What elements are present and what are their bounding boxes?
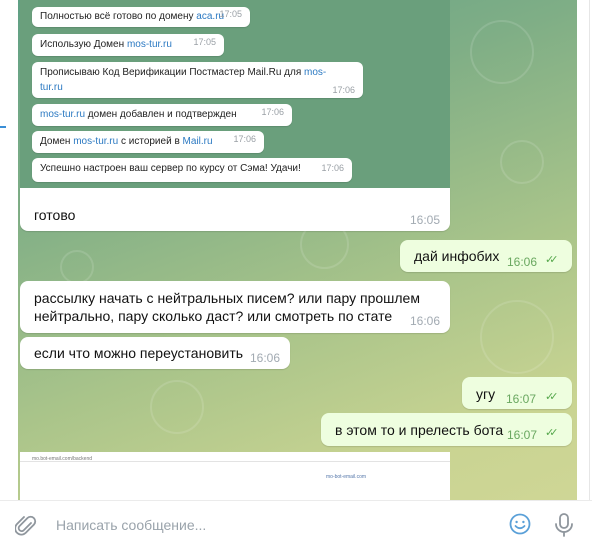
message-bubble-outgoing[interactable]: дай инфобих 16:06 ✓✓ [400,240,572,272]
message-text: готово [34,207,76,223]
message-bubble-incoming[interactable]: если что можно переустановить 16:06 [20,337,290,369]
quoted-message: Успешно настроен ваш сервер по курсу от … [32,158,352,182]
preview-divider [20,461,450,462]
quoted-text: Прописываю Код Верификации Постмастер Ma… [40,67,305,78]
quoted-text: с историей в [118,136,183,147]
quoted-text: Полностью всё готово по домену [40,11,197,22]
preview-link: mo-bot-email.com [326,474,367,480]
background-doodle [500,140,544,184]
message-text: если что можно переустановить [34,345,244,361]
quoted-time: 17:05 [193,37,216,47]
message-composer [0,500,592,548]
background-doodle [470,20,534,84]
message-input[interactable] [56,514,476,536]
quoted-text: Домен [40,136,74,147]
message-bubble-incoming[interactable]: рассылку начать с нейтральных писем? или… [20,281,450,333]
quoted-message: Полностью всё готово по домену aca.ru 17… [32,7,250,27]
quoted-time: 17:06 [261,107,284,117]
message-text: угу [476,386,496,402]
quoted-text: Использую Домен [40,39,127,50]
message-text: дай инфобих [414,248,500,264]
quoted-link: mos- [304,67,327,78]
panel-accent-mark [0,126,6,128]
left-panel-edge [0,0,18,500]
background-doodle [480,300,554,374]
background-doodle [150,380,204,434]
message-bubble-outgoing[interactable]: в этом то и прелесть бота 16:07 ✓✓ [321,413,572,446]
quoted-message: Домен mos-tur.ru с историей в Mail.ru 17… [32,131,264,153]
quoted-message: mos-tur.ru домен добавлен и подтвержден … [32,104,292,126]
quoted-text: домен добавлен и подтвержден [85,109,237,120]
quoted-link: mos-tur.ru [126,39,172,50]
message-time: 16:07 [507,428,538,442]
quoted-time: 17:05 [219,9,242,19]
image-preview[interactable]: mo.bot-email.com/backend mo-bot-email.co… [20,452,450,500]
quoted-link: tur.ru [40,82,63,93]
background-doodle [60,250,94,284]
message-bubble-outgoing[interactable]: угу 16:07 ✓✓ [462,377,572,409]
quoted-time: 17:06 [332,85,355,95]
quoted-message: Прописываю Код Верификации Постмастер Ma… [32,62,363,98]
quoted-time: 17:06 [321,163,344,173]
double-check-icon: ✓✓ [545,427,559,439]
double-check-icon: ✓✓ [545,391,559,403]
message-time: 16:06 [507,255,538,269]
paperclip-icon[interactable] [14,513,37,542]
message-time: 16:06 [250,351,281,365]
quoted-time: 17:06 [233,134,256,144]
microphone-icon[interactable] [553,512,575,543]
message-text-line: рассылку начать с нейтральных писем? или… [34,290,420,306]
message-time: 16:06 [410,314,441,328]
emoji-icon[interactable] [508,512,532,541]
message-bubble-incoming[interactable]: готово 16:05 [20,188,450,231]
quoted-message: Использую Домен mos-tur.ru 17:05 [32,34,224,56]
quoted-link: mos-tur.ru [73,136,119,147]
quoted-text: Успешно настроен ваш сервер по курсу от … [40,163,301,174]
message-text: в этом то и прелесть бота [335,422,504,438]
scrollbar-track[interactable] [589,0,590,500]
double-check-icon: ✓✓ [545,254,559,266]
quoted-link: mos-tur.ru [40,109,86,120]
message-time: 16:07 [506,392,537,406]
quoted-line: Прописываю Код Верификации Постмастер Ma… [40,67,326,78]
message-time: 16:05 [410,213,441,227]
message-text-line: нейтрально, пару сколько даст? или смотр… [34,308,393,324]
quoted-link: Mail.ru [182,136,213,147]
quoted-line: tur.ru [40,82,63,93]
